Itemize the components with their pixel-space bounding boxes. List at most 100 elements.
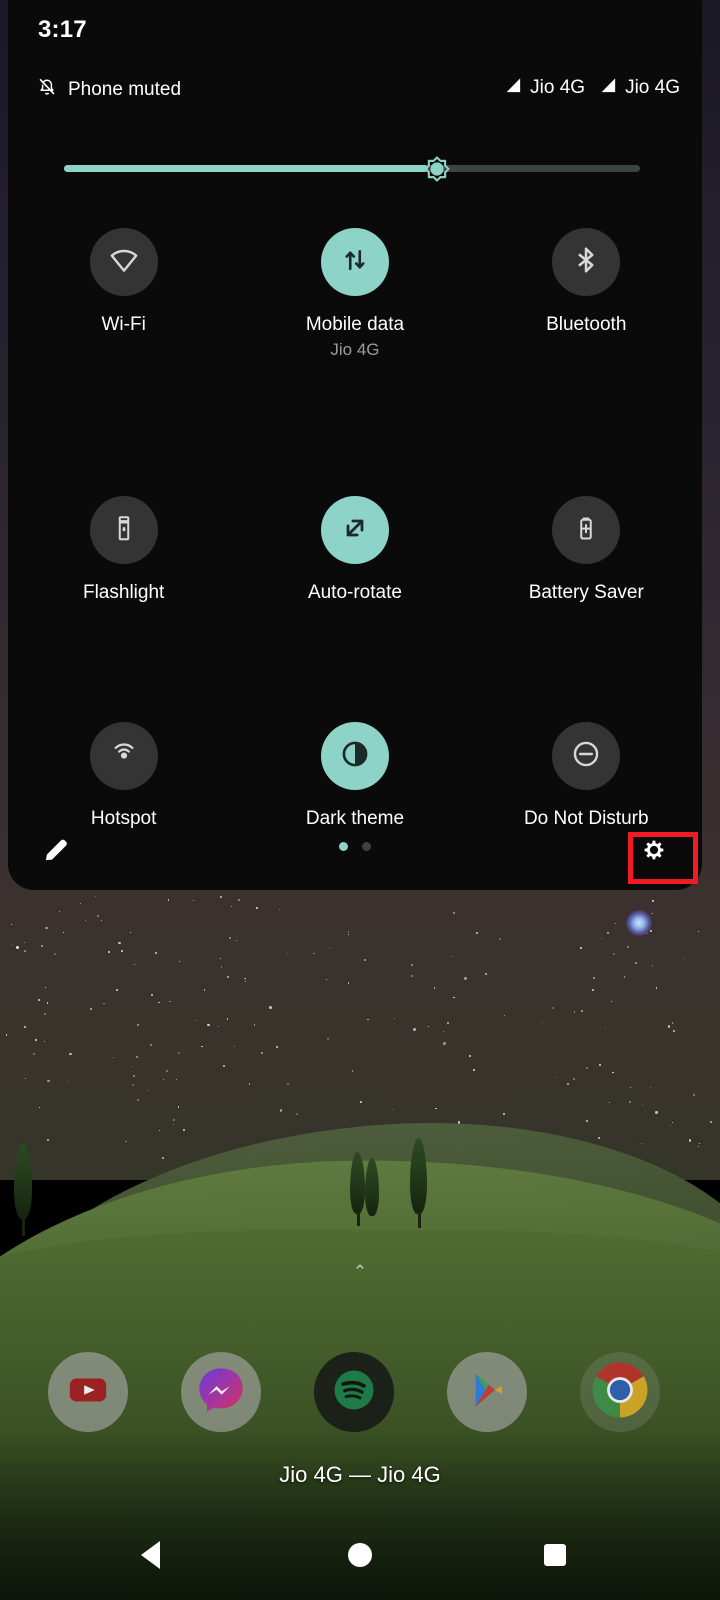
signal-indicator-sim1: Jio 4G [504,76,585,100]
tile-battery-saver[interactable]: Battery Saver [471,496,702,604]
tile-mobile-data[interactable]: Mobile data Jio 4G [239,228,470,360]
tile-bluetooth-circle[interactable] [552,228,621,296]
tile-row: Flashlight Auto-rotate Battery Saver [8,496,702,604]
star [10,924,12,926]
tile-flashlight[interactable]: Flashlight [8,496,239,604]
tile-label: Auto-rotate [307,582,402,603]
tree-trunk [418,1208,421,1228]
back-triangle-icon [140,1541,160,1569]
bell-slash-icon [36,76,58,103]
star [443,1042,446,1045]
star [566,1083,569,1085]
star [220,896,222,898]
star [698,1142,700,1144]
star [435,1107,437,1109]
dock-app-chrome[interactable] [580,1352,660,1432]
tile-row: Wi-Fi Mobile data Jio 4G Bluetooth [8,228,702,360]
do-not-disturb-icon [570,738,602,775]
tile-auto-rotate-circle[interactable] [320,496,389,564]
carrier-label-sim2: Jio 4G [625,77,680,98]
star [667,1025,670,1028]
status-bar: Phone muted Jio 4G Jio 4G [8,76,702,110]
recents-button[interactable] [510,1510,600,1600]
star [442,1030,444,1032]
star [136,1056,138,1058]
star [651,899,654,902]
page-dot-inactive[interactable] [362,842,371,851]
star [226,975,229,978]
star [100,919,102,921]
star [32,1052,35,1055]
tile-flashlight-circle[interactable] [89,496,158,564]
tile-do-not-disturb-circle[interactable] [552,722,621,790]
star [612,952,615,955]
dock [0,1352,720,1432]
star [573,1078,575,1080]
messenger-icon [195,1364,247,1421]
star [325,978,328,980]
dock-app-playstore[interactable] [447,1352,527,1432]
tile-dark-theme-circle[interactable] [320,722,389,790]
page-indicator [8,842,702,851]
app-drawer-arrow[interactable]: ⌃ [0,1262,720,1282]
brightness-sun-icon[interactable] [416,148,458,190]
dock-app-spotify[interactable] [314,1352,394,1432]
brightness-fill [64,165,428,172]
star [256,907,258,909]
star [116,989,118,991]
star [586,1066,589,1069]
dock-app-youtube[interactable] [48,1352,128,1432]
signal-bar-icon [504,76,523,100]
tile-wifi-circle[interactable] [89,228,158,296]
carrier-label-sim1: Jio 4G [530,77,586,98]
row-spacer [8,604,702,722]
back-button[interactable] [105,1510,195,1600]
signal-indicator-sim2: Jio 4G [599,76,680,100]
tile-mobile-data-circle[interactable] [320,228,389,296]
star [253,1024,256,1026]
star [627,945,630,948]
star [244,977,246,980]
battery-saver-icon [571,513,601,548]
star [688,1139,691,1142]
tile-auto-rotate[interactable]: Auto-rotate [239,496,470,604]
page-dot-active[interactable] [339,842,348,851]
brightness-slider[interactable] [64,156,640,182]
tile-wifi[interactable]: Wi-Fi [8,228,239,360]
signal-bar-icon [599,76,618,100]
star [541,1021,543,1023]
star [464,977,467,980]
star [624,976,626,978]
edit-tiles-button[interactable] [34,830,78,874]
tile-label: Battery Saver [528,582,644,603]
star [41,944,44,947]
dock-app-messenger[interactable] [181,1352,261,1432]
star [710,1120,713,1123]
tree-trunk [357,1208,360,1226]
home-button[interactable] [315,1510,405,1600]
tile-battery-saver-circle[interactable] [552,496,621,564]
tile-label: Flashlight [82,582,165,603]
star [24,1077,26,1079]
pencil-icon [40,834,72,871]
star [498,938,501,940]
tile-hotspot-circle[interactable] [89,722,158,790]
highlight-box-settings-gear [628,832,698,884]
star [5,1034,8,1036]
star [610,1000,612,1002]
star [23,941,25,943]
star [136,1098,139,1101]
dark-theme-icon [339,738,371,775]
youtube-icon [65,1367,111,1418]
star [97,915,99,917]
star [236,939,237,941]
star [103,1002,105,1005]
tile-bluetooth[interactable]: Bluetooth [471,228,702,360]
star [16,946,19,949]
star [118,941,121,945]
star [131,1084,134,1086]
recents-square-icon [544,1544,566,1566]
star [69,1052,72,1055]
spotify-icon [328,1364,380,1421]
tree-trunk [22,1212,25,1236]
